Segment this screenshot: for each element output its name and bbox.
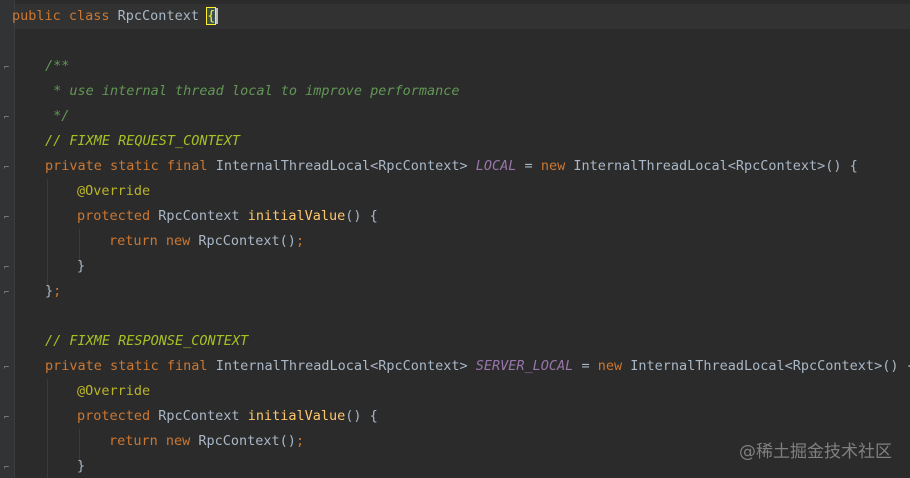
code-line[interactable]: private static final InternalThreadLocal… [0,354,910,379]
code-line[interactable]: }; [0,279,910,304]
code-line[interactable]: /** [0,54,910,79]
code-line[interactable]: */ [0,104,910,129]
semicolon-token: ; [295,233,305,249]
class-name-token: RpcContext [117,8,208,24]
type-token: InternalThreadLocal<RpcContext> [215,358,476,374]
brace-token: } [77,458,86,474]
code-line-empty[interactable] [0,304,910,329]
method-name-token: initialValue [247,408,346,424]
keyword-token: return new [109,433,199,449]
code-editor[interactable]: ⌐ ⌐ ⌐ ⌐ ⌐ ⌐ ⌐ ⌐ ⌐ public class RpcContex… [0,0,910,478]
code-line[interactable]: // FIXME REQUEST_CONTEXT [0,129,910,154]
type-token: InternalThreadLocal<RpcContext> [215,158,476,174]
todo-comment-token: // FIXME REQUEST_CONTEXT [45,133,241,149]
code-line-empty[interactable] [0,29,910,54]
semicolon-token: ; [295,433,305,449]
code-line[interactable]: public class RpcContext { [0,4,910,29]
punctuation-token: () { [345,208,378,224]
operator-token: = [516,158,541,174]
method-name-token: initialValue [247,208,346,224]
keyword-token: new [540,158,574,174]
brace-token: } [45,283,54,299]
code-line[interactable]: } [0,254,910,279]
keyword-token: private static final [45,358,216,374]
operator-token: = [573,358,598,374]
code-line[interactable]: @Override [0,179,910,204]
punctuation-token: () { [345,408,378,424]
code-line[interactable]: return new RpcContext(); [0,229,910,254]
code-line[interactable]: protected RpcContext initialValue() { [0,204,910,229]
todo-comment-token: // FIXME RESPONSE_CONTEXT [45,333,249,349]
semicolon-token: ; [53,283,62,299]
constructor-token: InternalThreadLocal<RpcContext>() { [573,158,858,174]
code-lines[interactable]: public class RpcContext { /** * use inte… [0,4,910,478]
annotation-token: @Override [77,383,151,399]
code-line[interactable]: // FIXME RESPONSE_CONTEXT [0,329,910,354]
keyword-token: private static final [45,158,216,174]
type-token: RpcContext() [198,233,296,249]
doc-comment-token: * use internal thread local to improve p… [45,83,460,99]
keyword-token: public class [12,8,118,24]
watermark-text: @稀土掘金技术社区 [739,442,892,462]
annotation-token: @Override [77,183,151,199]
static-field-token: SERVER_LOCAL [475,358,574,374]
text-cursor [216,8,219,24]
keyword-token: new [597,358,631,374]
doc-comment-token: /** [45,58,70,74]
code-line[interactable]: @Override [0,379,910,404]
matched-brace: { [206,7,217,25]
type-token: RpcContext [158,408,248,424]
keyword-token: return new [109,233,199,249]
keyword-token: protected [77,408,159,424]
doc-comment-token: */ [45,108,70,124]
code-line[interactable]: * use internal thread local to improve p… [0,79,910,104]
code-line[interactable]: private static final InternalThreadLocal… [0,154,910,179]
static-field-token: LOCAL [475,158,517,174]
type-token: RpcContext() [198,433,296,449]
code-line[interactable]: protected RpcContext initialValue() { [0,404,910,429]
type-token: RpcContext [158,208,248,224]
keyword-token: protected [77,208,159,224]
brace-token: } [77,258,86,274]
constructor-token: InternalThreadLocal<RpcContext>() { [630,358,910,374]
